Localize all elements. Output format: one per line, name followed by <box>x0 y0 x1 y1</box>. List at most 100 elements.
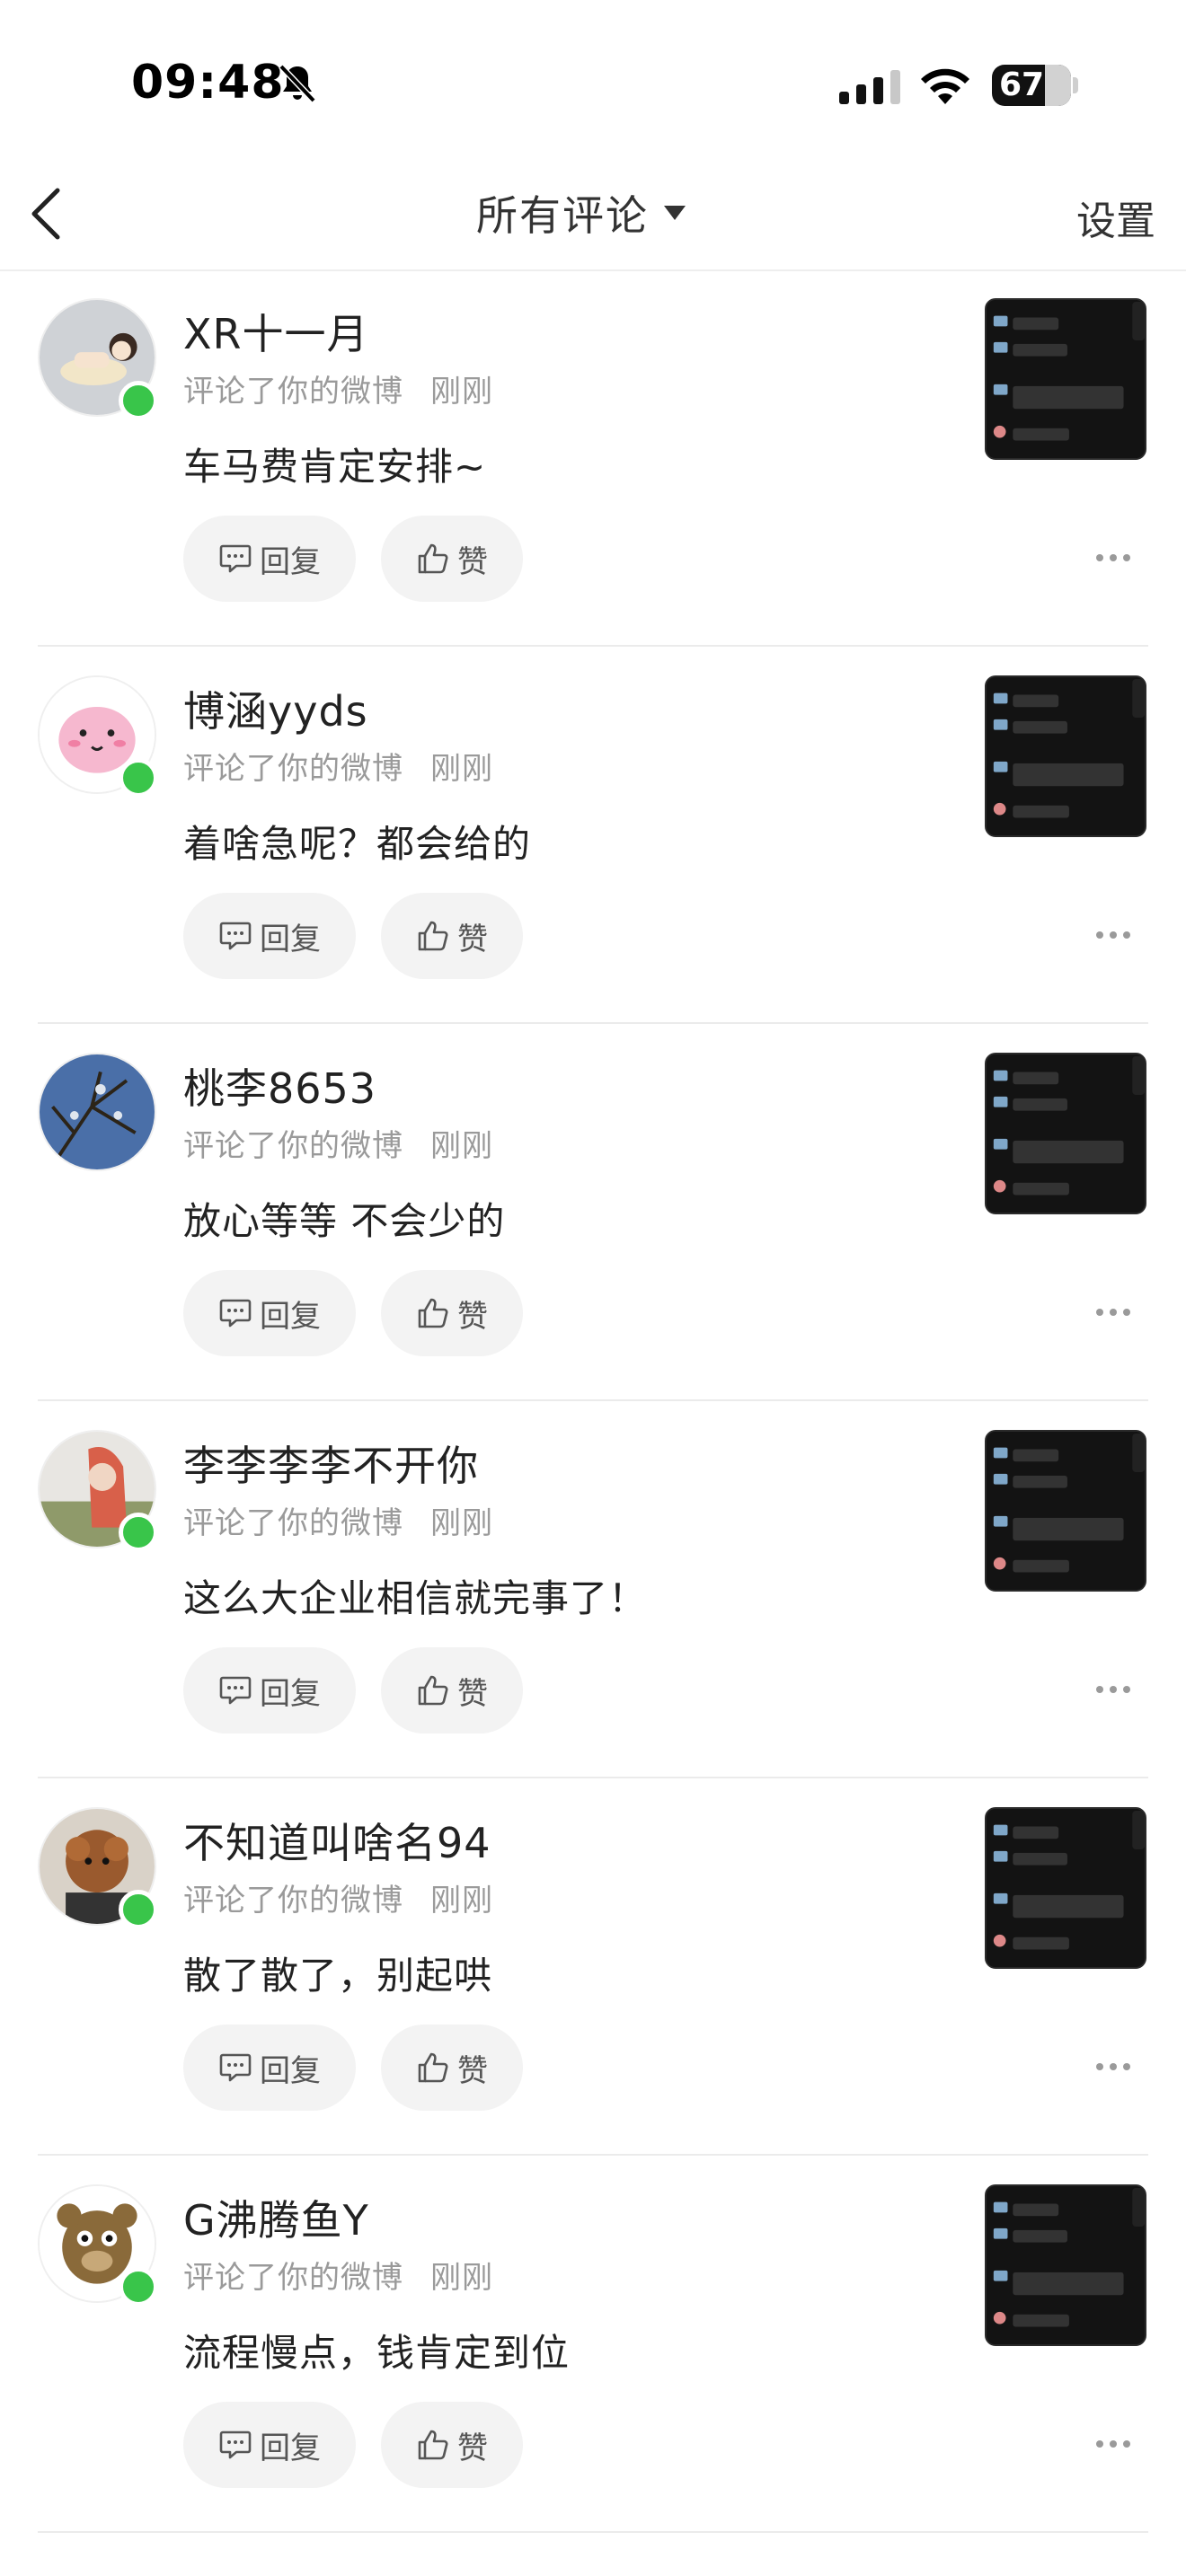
reply-label: 回复 <box>260 543 321 580</box>
like-button[interactable]: 赞 <box>381 1647 523 1734</box>
reply-button[interactable]: 回复 <box>183 2402 356 2488</box>
reply-label: 回复 <box>260 1675 321 1712</box>
comment-action: 评论了你的微博 <box>183 1883 403 1919</box>
like-button[interactable]: 赞 <box>381 893 523 979</box>
comment-time: 刚刚 <box>430 751 493 787</box>
post-thumbnail-image <box>987 2186 1145 2344</box>
avatar-image <box>40 1054 155 1169</box>
online-status-dot <box>119 1513 158 1552</box>
comment-action: 评论了你的微博 <box>183 2260 403 2296</box>
reply-label: 回复 <box>260 1298 321 1335</box>
thumbs-up-icon <box>418 1675 448 1706</box>
like-button[interactable]: 赞 <box>381 2025 523 2111</box>
settings-button[interactable]: 设置 <box>1076 189 1155 246</box>
thumbs-up-icon <box>418 2430 448 2460</box>
like-button[interactable]: 赞 <box>381 516 523 602</box>
comment-time: 刚刚 <box>430 374 493 410</box>
comment-meta: 评论了你的微博 刚刚 <box>183 366 493 410</box>
online-status-dot <box>119 1890 158 1929</box>
comment-item: 博涵yyds 评论了你的微博 刚刚 着啥急呢？都会给的 回复 赞 <box>0 647 1186 1024</box>
nav-bar: 所有评论 设置 <box>0 162 1186 271</box>
thumbs-up-icon <box>418 921 448 951</box>
like-button[interactable]: 赞 <box>381 2402 523 2488</box>
post-thumbnail-image <box>987 300 1145 458</box>
comment-text[interactable]: 着啥急呢？都会给的 <box>183 814 531 869</box>
online-status-dot <box>119 758 158 798</box>
title-dropdown[interactable]: 所有评论 <box>476 181 686 244</box>
more-options-icon[interactable] <box>1094 2438 1132 2450</box>
reply-button[interactable]: 回复 <box>183 1270 356 1356</box>
user-name[interactable]: G沸腾鱼Y <box>183 2188 369 2247</box>
comment-item: 李李李李不开你 评论了你的微博 刚刚 这么大企业相信就完事了！ 回复 赞 <box>0 1401 1186 1778</box>
reply-button[interactable]: 回复 <box>183 893 356 979</box>
like-label: 赞 <box>457 1675 488 1712</box>
reply-label: 回复 <box>260 2052 321 2089</box>
bell-slash-icon <box>279 64 316 103</box>
comment-time: 刚刚 <box>430 1883 493 1919</box>
comment-text[interactable]: 流程慢点，钱肯定到位 <box>183 2323 570 2378</box>
more-options-icon[interactable] <box>1094 929 1132 941</box>
battery-icon: 67 <box>992 65 1071 106</box>
comment-item: 桃李8653 评论了你的微博 刚刚 放心等等 不会少的 回复 赞 <box>0 1024 1186 1401</box>
comment-meta: 评论了你的微博 刚刚 <box>183 1121 493 1165</box>
reply-label: 回复 <box>260 2430 321 2466</box>
avatar[interactable] <box>38 1053 156 1171</box>
post-thumbnail-image <box>987 677 1145 835</box>
post-thumbnail-image <box>987 1054 1145 1213</box>
comment-text[interactable]: 这么大企业相信就完事了！ <box>183 1568 647 1623</box>
page-title: 所有评论 <box>476 191 649 240</box>
online-status-dot <box>119 2267 158 2307</box>
post-thumbnail[interactable] <box>985 2184 1146 2346</box>
like-label: 赞 <box>457 1298 488 1335</box>
caret-down-icon <box>664 206 686 220</box>
like-label: 赞 <box>457 2430 488 2466</box>
user-name[interactable]: XR十一月 <box>183 302 368 361</box>
reply-button[interactable]: 回复 <box>183 1647 356 1734</box>
comment-text[interactable]: 放心等等 不会少的 <box>183 1191 505 1246</box>
post-thumbnail[interactable] <box>985 675 1146 837</box>
comment-meta: 评论了你的微博 刚刚 <box>183 2253 493 2297</box>
more-options-icon[interactable] <box>1094 1683 1132 1696</box>
like-label: 赞 <box>457 543 488 580</box>
online-status-dot <box>119 381 158 420</box>
comment-time: 刚刚 <box>430 2260 493 2296</box>
post-thumbnail[interactable] <box>985 298 1146 460</box>
like-button[interactable]: 赞 <box>381 1270 523 1356</box>
thumbs-up-icon <box>418 1298 448 1328</box>
user-name[interactable]: 博涵yyds <box>183 679 368 738</box>
comment-item: XR十一月 评论了你的微博 刚刚 车马费肯定安排~ 回复 赞 <box>0 269 1186 647</box>
status-bar: 09:48 67 <box>0 0 1186 162</box>
comment-action: 评论了你的微博 <box>183 374 403 410</box>
reply-button[interactable]: 回复 <box>183 2025 356 2111</box>
like-label: 赞 <box>457 2052 488 2089</box>
wifi-icon <box>921 68 969 104</box>
chevron-left-icon[interactable] <box>27 185 66 243</box>
post-thumbnail[interactable] <box>985 1430 1146 1592</box>
reply-icon <box>219 1676 252 1705</box>
comment-text[interactable]: 散了散了，别起哄 <box>183 1945 492 2000</box>
comment-meta: 评论了你的微博 刚刚 <box>183 744 493 788</box>
user-name[interactable]: 桃李8653 <box>183 1056 376 1116</box>
reply-icon <box>219 2053 252 2082</box>
reply-icon <box>219 922 252 950</box>
status-time: 09:48 <box>131 56 285 110</box>
user-name[interactable]: 不知道叫啥名94 <box>183 1811 491 1870</box>
user-name[interactable]: 李李李李不开你 <box>183 1434 479 1493</box>
reply-button[interactable]: 回复 <box>183 516 356 602</box>
comment-text[interactable]: 车马费肯定安排~ <box>183 437 486 491</box>
battery-percent: 67 <box>998 66 1045 103</box>
battery-cap <box>1073 77 1078 93</box>
more-options-icon[interactable] <box>1094 1306 1132 1319</box>
reply-icon <box>219 1299 252 1328</box>
reply-icon <box>219 544 252 573</box>
comment-time: 刚刚 <box>430 1128 493 1164</box>
more-options-icon[interactable] <box>1094 551 1132 564</box>
comment-action: 评论了你的微博 <box>183 1128 403 1164</box>
more-options-icon[interactable] <box>1094 2060 1132 2073</box>
post-thumbnail[interactable] <box>985 1053 1146 1214</box>
post-thumbnail[interactable] <box>985 1807 1146 1969</box>
thumbs-up-icon <box>418 543 448 574</box>
comment-time: 刚刚 <box>430 1505 493 1541</box>
comment-list: XR十一月 评论了你的微博 刚刚 车马费肯定安排~ 回复 赞 博涵yyds 评论… <box>0 269 1186 2533</box>
thumbs-up-icon <box>418 2052 448 2083</box>
